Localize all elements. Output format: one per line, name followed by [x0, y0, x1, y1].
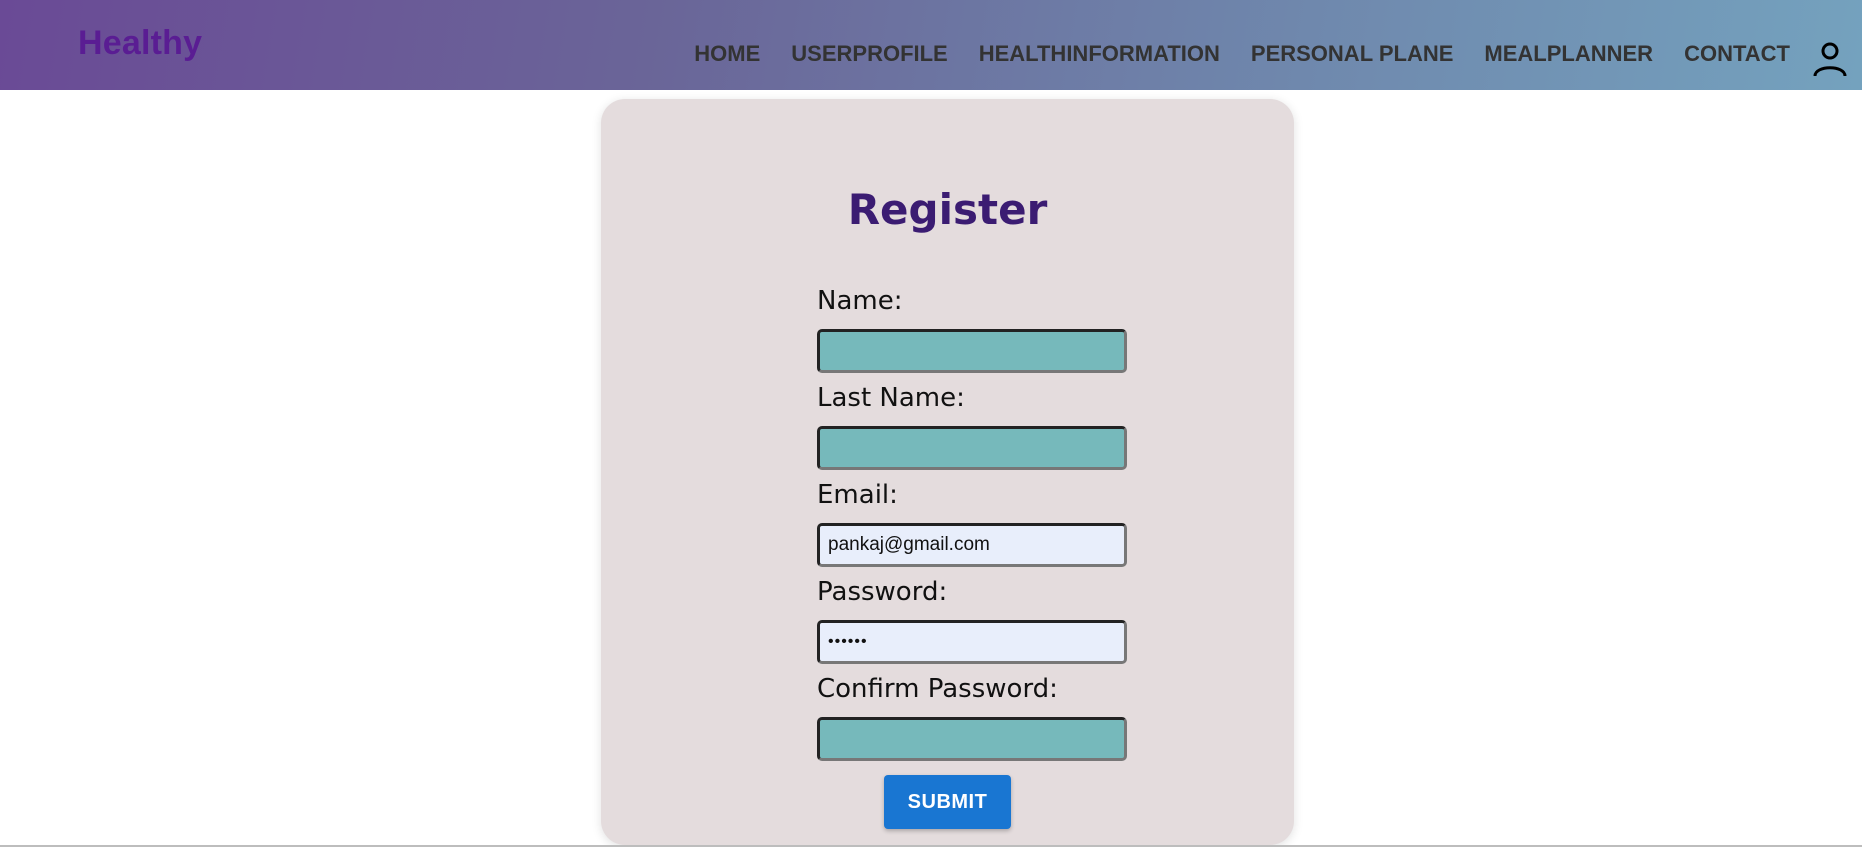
register-card: Register Name: Last Name: Email: Passwor… [601, 99, 1294, 845]
brand-logo[interactable]: Healthy [78, 24, 202, 63]
nav-healthinformation[interactable]: HEALTHINFORMATION [979, 41, 1220, 67]
confirm-password-label: Confirm Password: [817, 674, 1058, 704]
nav-mealplanner[interactable]: MEALPLANNER [1484, 41, 1653, 67]
last-name-label: Last Name: [817, 383, 965, 413]
password-input[interactable] [817, 620, 1127, 664]
register-form: Name: Last Name: Email: Password: Confir… [817, 284, 1137, 769]
password-label: Password: [817, 577, 948, 607]
nav-links: HOME USERPROFILE HEALTHINFORMATION PERSO… [694, 41, 1790, 67]
last-name-input[interactable] [817, 426, 1127, 470]
name-input[interactable] [817, 329, 1127, 373]
email-label: Email: [817, 480, 898, 510]
top-navbar: Healthy HOME USERPROFILE HEALTHINFORMATI… [0, 0, 1862, 90]
confirm-password-input[interactable] [817, 717, 1127, 761]
user-icon[interactable] [1812, 40, 1848, 78]
register-title: Register [847, 185, 1048, 235]
name-label: Name: [817, 286, 903, 316]
submit-button[interactable]: SUBMIT [884, 775, 1011, 829]
nav-contact[interactable]: CONTACT [1684, 41, 1790, 67]
nav-personal-plane[interactable]: PERSONAL PLANE [1251, 41, 1454, 67]
nav-userprofile[interactable]: USERPROFILE [791, 41, 947, 67]
nav-home[interactable]: HOME [694, 41, 760, 67]
email-input[interactable] [817, 523, 1127, 567]
